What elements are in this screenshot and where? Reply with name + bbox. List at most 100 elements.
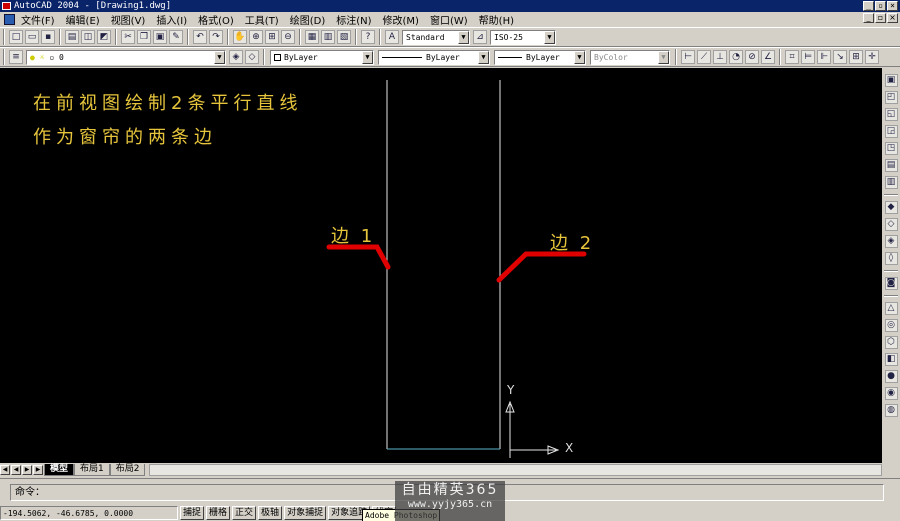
layer-previous-icon[interactable]: ◇ — [245, 50, 259, 64]
prev-tab-button[interactable]: ◀ — [11, 464, 21, 475]
tool-palettes-icon[interactable]: ▧ — [337, 30, 351, 44]
dim-style-icon[interactable]: ⊿ — [473, 30, 487, 44]
linetype-select[interactable]: ByLayer ▼ — [378, 49, 490, 65]
angular-dimension-icon[interactable]: ∠ — [761, 50, 775, 64]
zoom-realtime-icon[interactable]: ⊕ — [249, 30, 263, 44]
match-properties-icon[interactable]: ✎ — [169, 30, 183, 44]
radius-dimension-icon[interactable]: ◔ — [729, 50, 743, 64]
menu-tools[interactable]: 工具(T) — [241, 12, 286, 27]
make-layer-current-icon[interactable]: ◈ — [229, 50, 243, 64]
dim-style-select[interactable]: ISO-25 ▼ — [490, 29, 556, 45]
toolbar-grip[interactable] — [3, 49, 5, 65]
linear-dimension-icon[interactable]: ⊢ — [681, 50, 695, 64]
top-view-icon[interactable]: ◰ — [884, 91, 898, 104]
text-style-select[interactable]: Standard ▼ — [402, 29, 470, 45]
center-mark-icon[interactable]: ✛ — [865, 50, 879, 64]
render-icon[interactable]: ◉ — [884, 387, 898, 400]
publish-icon[interactable]: ◩ — [97, 30, 111, 44]
aligned-dimension-icon[interactable]: ⟋ — [697, 50, 711, 64]
first-tab-button[interactable]: ◀ — [0, 464, 10, 475]
copy-icon[interactable]: ❐ — [137, 30, 151, 44]
document-icon[interactable] — [4, 14, 15, 25]
chevron-down-icon[interactable]: ▼ — [458, 30, 469, 44]
lineweight-select[interactable]: ByLayer ▼ — [494, 49, 586, 65]
properties-icon[interactable]: ▦ — [305, 30, 319, 44]
doc-close-button[interactable]: × — [887, 13, 898, 23]
design-center-icon[interactable]: ▥ — [321, 30, 335, 44]
undo-icon[interactable]: ↶ — [193, 30, 207, 44]
minimize-button[interactable]: _ — [863, 1, 874, 11]
help-icon[interactable]: ? — [361, 30, 375, 44]
save-icon[interactable]: ▪ — [41, 30, 55, 44]
se-isometric-icon[interactable]: ◇ — [884, 218, 898, 231]
menu-window[interactable]: 窗口(W) — [426, 12, 475, 27]
right-view-icon[interactable]: ◳ — [884, 142, 898, 155]
zoom-previous-icon[interactable]: ⊖ — [281, 30, 295, 44]
new-icon[interactable]: □ — [9, 30, 23, 44]
menu-modify[interactable]: 修改(M) — [379, 12, 426, 27]
grid-toggle[interactable]: 栅格 — [206, 505, 231, 520]
continue-dimension-icon[interactable]: ⊩ — [817, 50, 831, 64]
snap-toggle[interactable]: 捕捉 — [180, 505, 205, 520]
layer-select[interactable]: ● ☼ ▫ 0 ▼ — [26, 49, 226, 65]
redo-icon[interactable]: ↷ — [209, 30, 223, 44]
sphere-icon[interactable]: ◍ — [884, 404, 898, 417]
ordinate-dimension-icon[interactable]: ⊥ — [713, 50, 727, 64]
layer-manager-icon[interactable]: ≡ — [9, 50, 23, 64]
doc-minimize-button[interactable]: _ — [863, 13, 874, 23]
print-preview-icon[interactable]: ◫ — [81, 30, 95, 44]
menu-file[interactable]: 文件(F) — [17, 12, 62, 27]
drawing-canvas[interactable]: 在前视图绘制2条平行直线 作为窗帘的两条边 边 1 边 2 Y X — [0, 68, 882, 464]
print-icon[interactable]: ▤ — [65, 30, 79, 44]
leader-icon[interactable]: ↘ — [833, 50, 847, 64]
quick-dimension-icon[interactable]: ⌗ — [785, 50, 799, 64]
menu-draw[interactable]: 绘图(D) — [286, 12, 333, 27]
tolerance-icon[interactable]: ⊞ — [849, 50, 863, 64]
back-view-icon[interactable]: ▥ — [884, 176, 898, 189]
pan-icon[interactable]: ✋ — [233, 30, 247, 44]
sw-isometric-icon[interactable]: ◆ — [884, 201, 898, 214]
front-view-icon[interactable]: ▤ — [884, 159, 898, 172]
menu-format[interactable]: 格式(O) — [194, 12, 241, 27]
chevron-down-icon[interactable]: ▼ — [214, 50, 225, 64]
next-tab-button[interactable]: ▶ — [22, 464, 32, 475]
last-tab-button[interactable]: ▶ — [33, 464, 43, 475]
left-view-icon[interactable]: ◲ — [884, 125, 898, 138]
tab-layout1[interactable]: 布局1 — [74, 463, 110, 476]
open-icon[interactable]: ▭ — [25, 30, 39, 44]
shade-flat-icon[interactable]: ◧ — [884, 353, 898, 366]
paste-icon[interactable]: ▣ — [153, 30, 167, 44]
horizontal-scrollbar[interactable] — [149, 463, 882, 476]
bottom-view-icon[interactable]: ◱ — [884, 108, 898, 121]
menu-dimension[interactable]: 标注(N) — [332, 12, 378, 27]
close-button[interactable]: × — [887, 1, 898, 11]
autocad-app-icon[interactable] — [2, 2, 11, 10]
polar-toggle[interactable]: 极轴 — [258, 505, 283, 520]
menu-help[interactable]: 帮助(H) — [475, 12, 521, 27]
shade-gouraud-icon[interactable]: ● — [884, 370, 898, 383]
menu-insert[interactable]: 插入(I) — [152, 12, 194, 27]
coordinate-display[interactable]: -194.5062, -46.6785, 0.0000 — [0, 505, 178, 520]
3d-orbit-icon[interactable]: △ — [884, 302, 898, 315]
chevron-down-icon[interactable]: ▼ — [574, 50, 585, 64]
menu-edit[interactable]: 编辑(E) — [62, 12, 107, 27]
osnap-toggle[interactable]: 对象捕捉 — [284, 505, 327, 520]
chevron-down-icon[interactable]: ▼ — [478, 50, 489, 64]
doc-restore-button[interactable]: ▫ — [875, 13, 886, 23]
hide-icon[interactable]: ◎ — [884, 319, 898, 332]
zoom-window-icon[interactable]: ⊞ — [265, 30, 279, 44]
text-style-icon[interactable]: A — [385, 30, 399, 44]
baseline-dimension-icon[interactable]: ⊨ — [801, 50, 815, 64]
chevron-down-icon[interactable]: ▼ — [544, 30, 555, 44]
cut-icon[interactable]: ✂ — [121, 30, 135, 44]
camera-icon[interactable]: ◙ — [884, 277, 898, 290]
menu-view[interactable]: 视图(V) — [107, 12, 153, 27]
diameter-dimension-icon[interactable]: ⊘ — [745, 50, 759, 64]
chevron-down-icon[interactable]: ▼ — [362, 50, 373, 64]
tab-layout2[interactable]: 布局2 — [109, 463, 146, 476]
box-icon[interactable]: ⬡ — [884, 336, 898, 349]
nw-isometric-icon[interactable]: ◊ — [884, 252, 898, 265]
tab-model[interactable]: 模型 — [44, 463, 75, 476]
ortho-toggle[interactable]: 正交 — [232, 505, 257, 520]
toolbar-grip[interactable] — [3, 29, 5, 45]
